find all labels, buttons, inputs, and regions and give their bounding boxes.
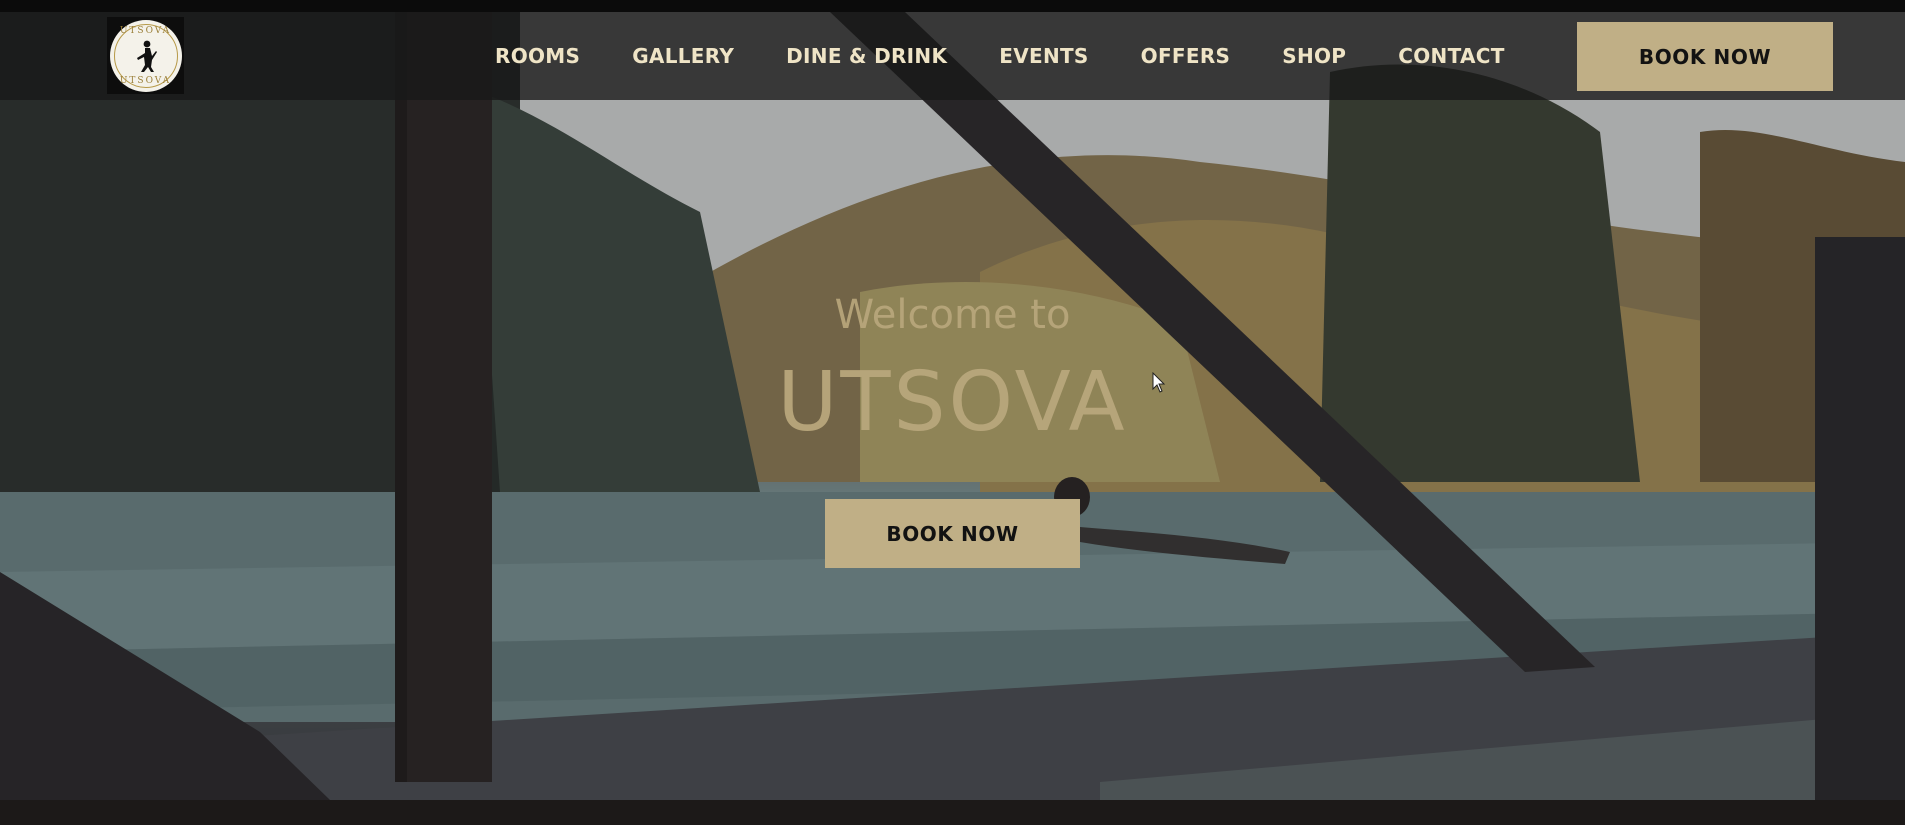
logo-text-bottom: UTSOVA [119, 75, 172, 86]
logo-emblem: UTSOVA UTSOVA [109, 19, 182, 92]
nav-item-shop[interactable]: SHOP [1282, 44, 1346, 68]
nav-menu: ROOMS GALLERY DINE & DRINK EVENTS OFFERS… [495, 12, 1505, 100]
nav-item-gallery[interactable]: GALLERY [632, 44, 734, 68]
page: UTSOVA UTSOVA ROOMS GALLERY DINE & DRINK… [0, 0, 1905, 825]
nav-item-events[interactable]: EVENTS [999, 44, 1088, 68]
logo-text: UTSOVA [119, 25, 172, 36]
nav-item-offers[interactable]: OFFERS [1141, 44, 1231, 68]
nav-item-contact[interactable]: CONTACT [1398, 44, 1504, 68]
hero-welcome-text: Welcome to [834, 292, 1071, 338]
top-strip [0, 0, 1905, 12]
hero-brand-title: UTSOVA [777, 355, 1128, 450]
hero-book-now-button[interactable]: BOOK NOW [825, 499, 1080, 568]
bottom-strip [0, 800, 1905, 825]
nav-book-now-button[interactable]: BOOK NOW [1577, 22, 1833, 91]
mouse-cursor-icon [1152, 372, 1166, 393]
nav-item-rooms[interactable]: ROOMS [495, 44, 580, 68]
nav-item-dine-drink[interactable]: DINE & DRINK [786, 44, 947, 68]
site-logo[interactable]: UTSOVA UTSOVA [107, 17, 184, 94]
